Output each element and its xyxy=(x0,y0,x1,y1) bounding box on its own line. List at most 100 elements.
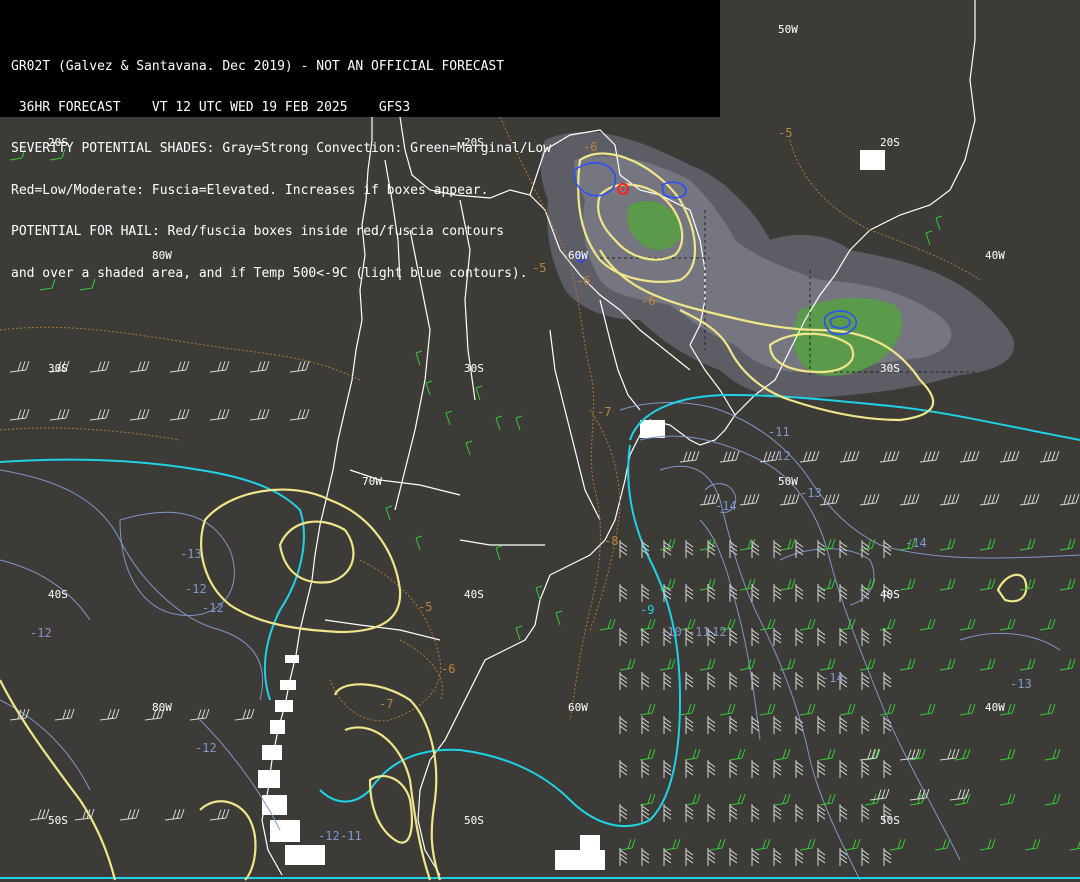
wind-barb xyxy=(861,628,870,646)
wind-barb xyxy=(619,804,628,822)
blue-contour-label: -14 xyxy=(715,499,737,513)
wind-barb xyxy=(817,760,826,778)
wind-barb xyxy=(919,450,940,463)
wind-barb xyxy=(249,360,270,373)
wind-barb xyxy=(795,848,804,866)
wind-barb xyxy=(754,838,771,851)
wind-barb xyxy=(707,804,716,822)
blue-contour-label: -12 xyxy=(769,449,791,463)
wind-barb xyxy=(729,540,738,558)
wind-barb xyxy=(795,760,804,778)
wind-barb xyxy=(707,848,716,866)
wind-barb xyxy=(619,838,636,851)
wind-barb xyxy=(289,408,310,421)
blue-contour-label: -12 xyxy=(195,741,217,755)
wind-barb xyxy=(639,748,656,761)
wind-barb xyxy=(861,672,870,690)
wind-barb xyxy=(959,703,976,716)
wind-barb xyxy=(739,493,760,506)
orange-contour-label: -7 xyxy=(597,405,611,419)
wind-barb xyxy=(844,838,861,851)
wind-barb xyxy=(54,708,75,721)
orange-contour-label: -5 xyxy=(778,126,792,140)
wind-barb xyxy=(729,793,746,806)
wind-barb xyxy=(685,716,694,734)
blue-contour-label: -12 xyxy=(30,626,52,640)
wind-barb xyxy=(89,360,110,373)
wind-barb xyxy=(819,578,836,591)
wind-barb xyxy=(719,450,740,463)
lon-label-50w-north: 50W xyxy=(778,23,798,36)
orange-contour-label: -7 xyxy=(379,697,393,711)
wind-barb xyxy=(709,838,726,851)
wind-barb xyxy=(779,578,796,591)
wind-barb xyxy=(707,584,716,602)
wind-barb xyxy=(619,658,636,671)
wind-barb xyxy=(234,708,255,721)
wind-barb xyxy=(9,408,30,421)
forecast-header: GR02T (Galvez & Santavana. Dec 2019) - N… xyxy=(0,0,720,280)
wind-barb xyxy=(729,716,738,734)
wind-barb xyxy=(739,658,756,671)
lat-label-30s-west: 30S xyxy=(48,362,68,375)
wind-barb xyxy=(739,578,756,591)
wind-barb xyxy=(869,788,890,801)
wind-barb xyxy=(1019,493,1040,506)
wind-barb xyxy=(729,748,746,761)
wind-barb xyxy=(209,808,230,821)
wind-barb xyxy=(773,672,782,690)
wind-barb xyxy=(169,408,190,421)
wind-barb xyxy=(959,618,976,631)
wind-barb xyxy=(415,350,423,366)
wind-barb xyxy=(751,848,760,866)
wind-barb xyxy=(999,450,1020,463)
wind-barb xyxy=(685,672,694,690)
wind-barb xyxy=(939,538,956,551)
wind-barb xyxy=(619,716,628,734)
lon-label-40w-south: 40W xyxy=(985,701,1005,714)
wind-barb xyxy=(685,760,694,778)
lon-label-70w: 70W xyxy=(362,475,382,488)
wind-barb xyxy=(779,538,796,551)
wind-barb xyxy=(729,584,738,602)
wind-barb xyxy=(685,540,694,558)
lat-label-20s-east: 20S xyxy=(880,136,900,149)
wind-barb xyxy=(751,760,760,778)
header-severity-line: SEVERITY POTENTIAL SHADES: Gray=Strong C… xyxy=(11,141,552,157)
wind-barb xyxy=(515,625,523,641)
wind-barb xyxy=(679,450,700,463)
wind-barb xyxy=(415,535,423,551)
wind-barb xyxy=(774,793,791,806)
wind-barb xyxy=(759,703,776,716)
lat-label-40s-east: 40S xyxy=(880,588,900,601)
wind-barb xyxy=(129,408,150,421)
header-hail-line-2: and over a shaded area, and if Temp 500<… xyxy=(11,265,528,281)
orange-contour-label: -5 xyxy=(418,600,432,614)
cyan-contours xyxy=(0,393,1080,879)
wind-barb xyxy=(475,385,483,401)
wind-barb xyxy=(919,703,936,716)
wind-barb xyxy=(979,538,996,551)
wind-barb xyxy=(773,760,782,778)
wind-barb xyxy=(9,360,30,373)
wind-barb xyxy=(1039,703,1056,716)
lat-label-30s-center: 30S xyxy=(464,362,484,375)
wind-barb xyxy=(883,540,892,558)
blue-contour-label: -14 xyxy=(822,671,844,685)
wind-barb xyxy=(641,760,650,778)
wind-barb xyxy=(861,760,870,778)
orange-contour-label: -6 xyxy=(641,294,655,308)
wind-barb xyxy=(495,545,503,561)
wind-barb xyxy=(999,618,1016,631)
header-forecast-time-line: 36HR FORECAST VT 12 UTC WED 19 FEB 2025 … xyxy=(11,99,411,115)
wind-barb xyxy=(795,628,804,646)
wind-barb xyxy=(515,415,523,431)
wind-barb xyxy=(999,793,1016,806)
wind-barb xyxy=(979,493,1000,506)
blue-contour-label: -13 xyxy=(800,486,822,500)
wind-barb xyxy=(641,584,650,602)
wind-barb xyxy=(861,716,870,734)
wind-barb xyxy=(619,672,628,690)
wind-barb xyxy=(425,380,433,396)
wind-barb xyxy=(1069,840,1080,851)
